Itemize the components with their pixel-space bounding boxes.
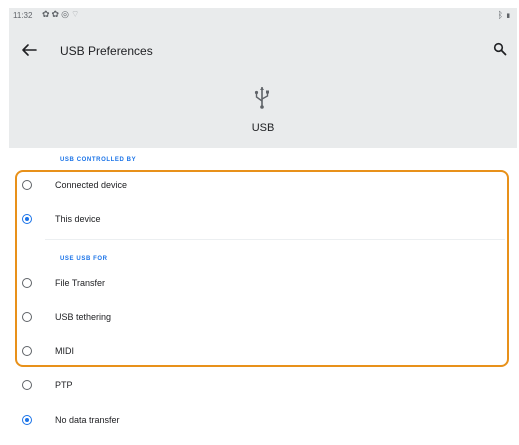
status-time: 11:32 bbox=[13, 11, 33, 20]
battery-icon: ▮ bbox=[505, 10, 511, 20]
gear-icon: ✿ bbox=[51, 9, 62, 19]
at-icon: ◎ bbox=[61, 9, 71, 19]
bluetooth-icon: ᛒ bbox=[497, 10, 504, 20]
highlight-box bbox=[15, 170, 509, 367]
status-bar: 11:32 ✿✿◎⌔ ᛒ ▮ bbox=[9, 8, 517, 24]
usb-label: USB bbox=[251, 122, 275, 134]
wifi-icon: ⌔ bbox=[70, 9, 82, 19]
back-arrow-icon[interactable] bbox=[19, 41, 39, 59]
option-label: PTP bbox=[55, 380, 73, 390]
radio-button-selected[interactable] bbox=[22, 415, 32, 425]
section-heading-controlled-by: USB CONTROLLED BY bbox=[60, 157, 137, 163]
settings-screen: 11:32 ✿✿◎⌔ ᛒ ▮ USB Preferences USB USB C… bbox=[9, 8, 517, 445]
radio-button[interactable] bbox=[22, 380, 32, 390]
option-no-data-transfer[interactable]: No data transfer bbox=[9, 406, 517, 438]
usb-icon bbox=[254, 87, 269, 109]
gear-icon: ✿ bbox=[42, 9, 52, 19]
app-bar: USB Preferences bbox=[9, 24, 517, 74]
search-icon[interactable] bbox=[493, 42, 507, 56]
option-label: No data transfer bbox=[55, 415, 120, 425]
usb-header: USB bbox=[9, 74, 517, 148]
option-ptp[interactable]: PTP bbox=[9, 371, 517, 403]
notification-icons: ✿✿◎⌔ bbox=[42, 9, 81, 20]
system-icons: ᛒ ▮ bbox=[498, 10, 511, 20]
page-title: USB Preferences bbox=[60, 44, 153, 58]
